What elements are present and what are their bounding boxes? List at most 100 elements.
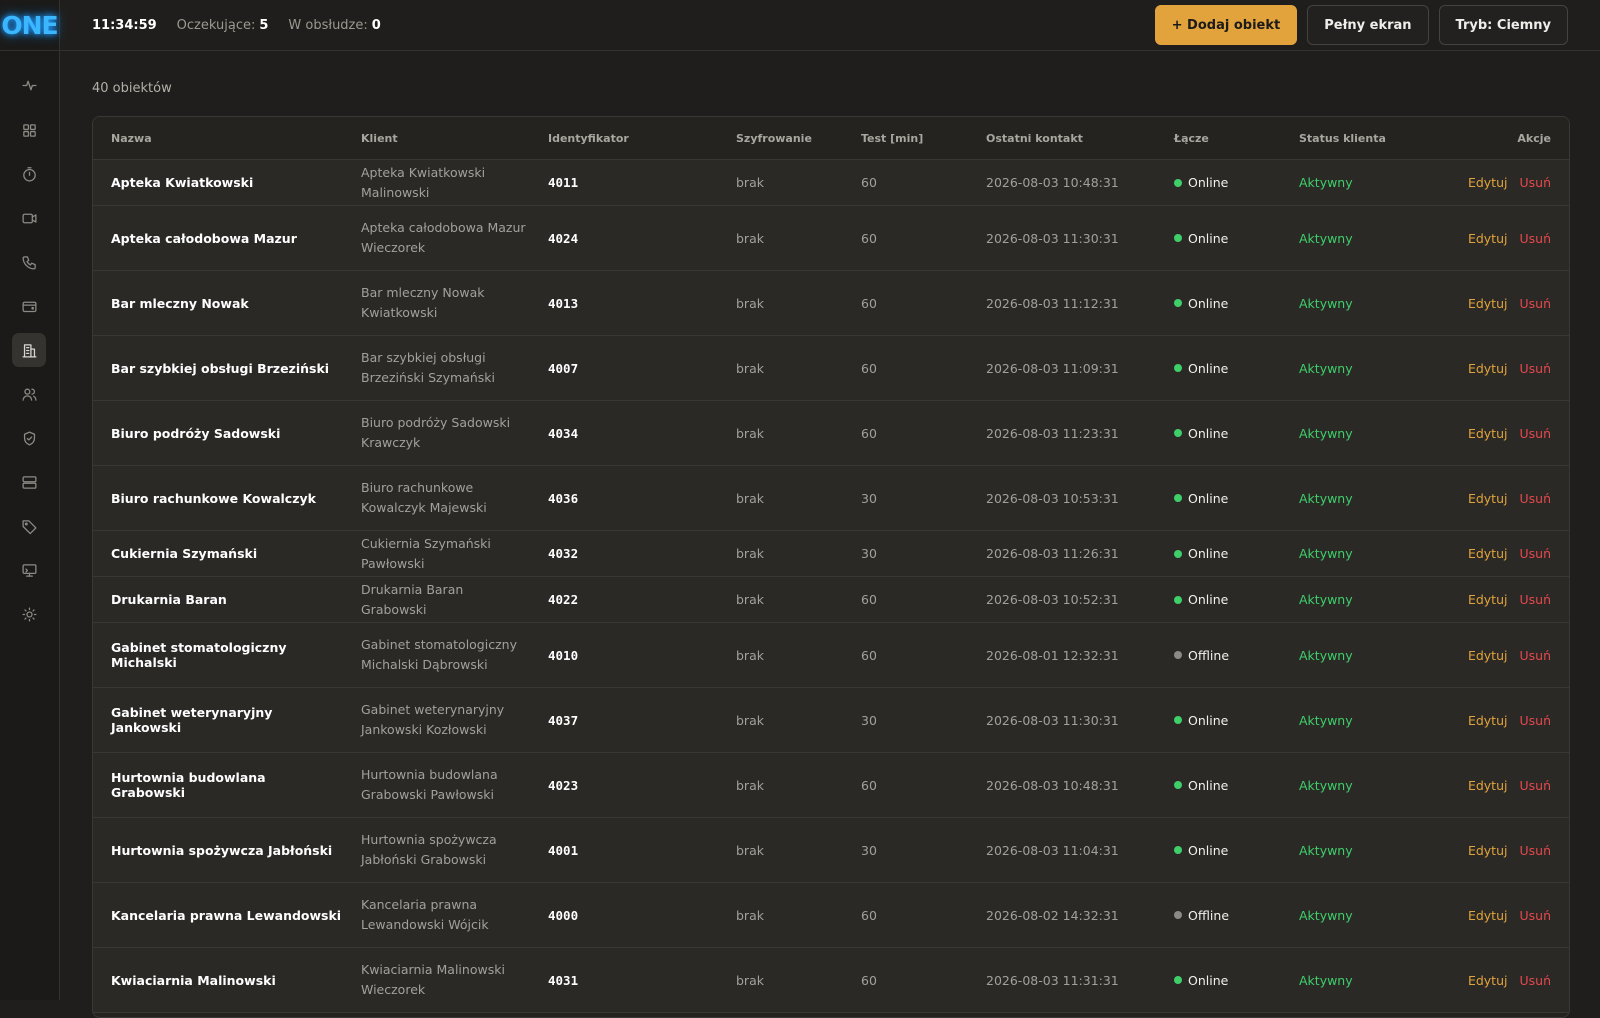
delete-link[interactable]: Usuń: [1519, 713, 1551, 728]
link-status-label: Online: [1188, 712, 1229, 728]
table-row[interactable]: Kancelaria prawna Lewandowski Kancelaria …: [93, 882, 1569, 948]
sidebar-item-settings[interactable]: [12, 597, 46, 631]
link-status-label: Online: [1188, 592, 1229, 607]
delete-link[interactable]: Usuń: [1519, 592, 1551, 607]
object-test-interval: 60: [843, 622, 968, 688]
video-camera-icon: [21, 213, 37, 223]
table-row[interactable]: Hurtownia budowlana Grabowski Hurtownia b…: [93, 752, 1569, 818]
status-dot-icon: [1174, 549, 1182, 558]
column-header-identifier[interactable]: Identyfikator: [530, 117, 718, 160]
edit-link[interactable]: Edytuj: [1468, 231, 1508, 246]
edit-link[interactable]: Edytuj: [1468, 713, 1508, 728]
link-status-label: Online: [1188, 360, 1229, 376]
table-row[interactable]: Gabinet stomatologiczny Michalski Gabinet…: [93, 622, 1569, 688]
sidebar-item-phone[interactable]: [12, 245, 46, 279]
sidebar-item-servers[interactable]: [12, 465, 46, 499]
sidebar-item-monitor[interactable]: [12, 553, 46, 587]
delete-link[interactable]: Usuń: [1519, 648, 1551, 663]
delete-link[interactable]: Usuń: [1519, 296, 1551, 311]
sidebar-item-dashboard[interactable]: [12, 113, 46, 147]
link-status-label: Online: [1188, 425, 1229, 441]
sidebar-item-activity[interactable]: [12, 68, 46, 102]
wallet-icon: [21, 301, 37, 312]
object-client: Hurtownia budowlana Grabowski Pawłowski: [343, 752, 530, 818]
object-identifier: 4037: [530, 687, 718, 753]
table-row[interactable]: Biuro rachunkowe Kowalczyk Biuro rachunko…: [93, 465, 1569, 531]
column-header-client-status[interactable]: Status klienta: [1281, 117, 1406, 160]
object-identifier: 4000: [530, 882, 718, 948]
fullscreen-button[interactable]: Pełny ekran: [1307, 5, 1429, 45]
edit-link[interactable]: Edytuj: [1468, 296, 1508, 311]
phone-icon: [21, 255, 36, 270]
sidebar-item-security[interactable]: [12, 421, 46, 455]
object-identifier: 4022: [530, 576, 718, 623]
column-header-test[interactable]: Test [min]: [843, 117, 968, 160]
table-row[interactable]: Bar mleczny Nowak Bar mleczny Nowak Kwiat…: [93, 270, 1569, 336]
object-test-interval: 30: [843, 817, 968, 883]
delete-link[interactable]: Usuń: [1519, 175, 1551, 190]
delete-link[interactable]: Usuń: [1519, 491, 1551, 506]
object-link-status: Online: [1156, 947, 1281, 1013]
sidebar-item-video[interactable]: [12, 201, 46, 235]
table-row[interactable]: Apteka Kwiatkowski Apteka Kwiatkowski Mal…: [93, 159, 1569, 206]
sidebar-item-objects[interactable]: [12, 333, 46, 367]
object-last-contact: 2026-08-03 11:09:31: [968, 335, 1156, 401]
edit-link[interactable]: Edytuj: [1468, 546, 1508, 561]
table-row[interactable]: Hurtownia spożywcza Jabłoński Hurtownia s…: [93, 817, 1569, 883]
column-header-link[interactable]: Łącze: [1156, 117, 1281, 160]
edit-link[interactable]: Edytuj: [1468, 843, 1508, 858]
table-row[interactable]: Bar szybkiej obsługi Brzeziński Bar szybk…: [93, 335, 1569, 401]
status-dot-icon: [1174, 234, 1182, 242]
edit-link[interactable]: Edytuj: [1468, 491, 1508, 506]
theme-mode-button[interactable]: Tryb: Ciemny: [1438, 5, 1568, 45]
edit-link[interactable]: Edytuj: [1468, 778, 1508, 793]
sidebar-item-users[interactable]: [12, 377, 46, 411]
edit-link[interactable]: Edytuj: [1468, 648, 1508, 663]
object-test-interval: 60: [843, 159, 968, 206]
object-test-interval: 30: [843, 465, 968, 531]
column-header-name[interactable]: Nazwa: [93, 117, 343, 160]
delete-link[interactable]: Usuń: [1519, 973, 1551, 988]
object-actions: Edytuj Usuń: [1406, 687, 1569, 753]
object-client: Biuro podróży Sadowski Krawczyk: [343, 400, 530, 466]
sidebar-item-timer[interactable]: [12, 157, 46, 191]
users-icon: [21, 388, 37, 401]
edit-link[interactable]: Edytuj: [1468, 426, 1508, 441]
table-row[interactable]: Kwiaciarnia Malinowski Kwiaciarnia Malino…: [93, 947, 1569, 1013]
delete-link[interactable]: Usuń: [1519, 546, 1551, 561]
activity-icon: [21, 80, 37, 90]
delete-link[interactable]: Usuń: [1519, 908, 1551, 923]
sidebar-item-wallet[interactable]: [12, 289, 46, 323]
table-row[interactable]: Apteka całodobowa Mazur Apteka całodobowa…: [93, 205, 1569, 271]
object-client: Apteka Kwiatkowski Malinowski: [343, 159, 530, 206]
app-logo[interactable]: ONE: [0, 0, 59, 51]
edit-link[interactable]: Edytuj: [1468, 908, 1508, 923]
column-header-encryption[interactable]: Szyfrowanie: [718, 117, 843, 160]
delete-link[interactable]: Usuń: [1519, 426, 1551, 441]
link-status-label: Offline: [1188, 647, 1230, 663]
sidebar-item-tags[interactable]: [12, 509, 46, 543]
delete-link[interactable]: Usuń: [1519, 361, 1551, 376]
object-link-status: Online: [1156, 465, 1281, 531]
object-name: Gabinet stomatologiczny Michalski: [93, 622, 343, 688]
edit-link[interactable]: Edytuj: [1468, 973, 1508, 988]
column-header-last-contact[interactable]: Ostatni kontakt: [968, 117, 1156, 160]
delete-link[interactable]: Usuń: [1519, 843, 1551, 858]
edit-link[interactable]: Edytuj: [1468, 361, 1508, 376]
delete-link[interactable]: Usuń: [1519, 778, 1551, 793]
edit-link[interactable]: Edytuj: [1468, 175, 1508, 190]
edit-link[interactable]: Edytuj: [1468, 592, 1508, 607]
table-row[interactable]: Gabinet weterynaryjny Jankowski Gabinet w…: [93, 687, 1569, 753]
object-encryption: brak: [718, 576, 843, 623]
column-header-client[interactable]: Klient: [343, 117, 530, 160]
object-client-status: Aktywny: [1281, 335, 1406, 401]
object-actions: Edytuj Usuń: [1406, 205, 1569, 271]
status-dot-icon: [1174, 429, 1182, 437]
table-row[interactable]: Biuro podróży Sadowski Biuro podróży Sado…: [93, 400, 1569, 466]
delete-link[interactable]: Usuń: [1519, 231, 1551, 246]
add-object-button[interactable]: + Dodaj obiekt: [1154, 5, 1298, 45]
object-client-status: Aktywny: [1281, 205, 1406, 271]
table-row[interactable]: Drukarnia Baran Drukarnia Baran Grabowski…: [93, 576, 1569, 623]
table-row[interactable]: Cukiernia Szymański Cukiernia Szymański P…: [93, 530, 1569, 577]
object-client: Cukiernia Szymański Pawłowski: [343, 530, 530, 577]
